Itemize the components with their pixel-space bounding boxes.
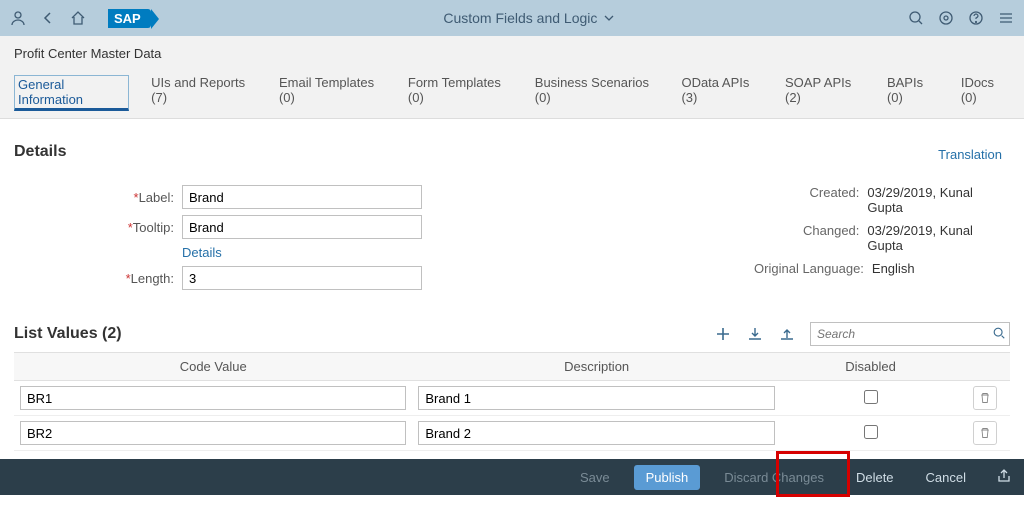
changed-label: Changed: [532, 223, 868, 253]
delete-row-button[interactable] [973, 386, 997, 410]
tab-form-templates[interactable]: Form Templates (0) [408, 75, 513, 118]
home-icon[interactable] [70, 10, 86, 26]
sap-logo: SAP [108, 9, 151, 28]
save-button[interactable]: Save [572, 466, 618, 489]
tab-bapis[interactable]: BAPIs (0) [887, 75, 939, 118]
label-input[interactable] [182, 185, 422, 209]
search-icon[interactable] [908, 10, 924, 26]
add-icon[interactable] [714, 325, 732, 343]
tab-uis-and-reports[interactable]: UIs and Reports (7) [151, 75, 257, 118]
delete-row-button[interactable] [973, 421, 997, 445]
tab-business-scenarios[interactable]: Business Scenarios (0) [535, 75, 660, 118]
footer-bar: Save Publish Discard Changes Delete Canc… [0, 459, 1024, 495]
tab-general-information[interactable]: General Information [14, 75, 129, 111]
tab-bar: General Information UIs and Reports (7) … [14, 75, 1010, 118]
changed-value: 03/29/2019, Kunal Gupta [867, 223, 1010, 253]
code-input[interactable] [20, 386, 406, 410]
disabled-checkbox[interactable] [864, 390, 878, 404]
chevron-down-icon [603, 12, 615, 24]
desc-input[interactable] [418, 386, 775, 410]
discard-button[interactable]: Discard Changes [716, 466, 832, 489]
col-disabled: Disabled [781, 353, 960, 381]
list-values-table: Code Value Description Disabled [14, 352, 1010, 451]
cancel-button[interactable]: Cancel [918, 466, 974, 489]
share-icon[interactable] [996, 468, 1012, 487]
label-label: Label: [139, 190, 174, 205]
details-link[interactable]: Details [182, 245, 222, 260]
list-values-title: List Values (2) [14, 325, 714, 343]
tab-odata-apis[interactable]: OData APIs (3) [681, 75, 763, 118]
lang-value: English [872, 261, 915, 276]
lang-label: Original Language: [532, 261, 872, 276]
page-title: Profit Center Master Data [14, 46, 1010, 61]
tooltip-input[interactable] [182, 215, 422, 239]
publish-button[interactable]: Publish [634, 465, 701, 490]
length-input[interactable] [182, 266, 422, 290]
table-row [14, 416, 1010, 451]
disabled-checkbox[interactable] [864, 425, 878, 439]
upload-icon[interactable] [778, 325, 796, 343]
translation-link[interactable]: Translation [938, 147, 1002, 162]
created-label: Created: [532, 185, 868, 215]
help-icon[interactable] [968, 10, 984, 26]
tooltip-label: Tooltip: [133, 220, 174, 235]
col-desc: Description [412, 353, 781, 381]
table-row [14, 381, 1010, 416]
tab-email-templates[interactable]: Email Templates (0) [279, 75, 386, 118]
created-value: 03/29/2019, Kunal Gupta [867, 185, 1010, 215]
tab-idocs[interactable]: IDocs (0) [961, 75, 1010, 118]
download-icon[interactable] [746, 325, 764, 343]
shell-bar: SAP Custom Fields and Logic [0, 0, 1024, 36]
menu-icon[interactable] [998, 10, 1014, 26]
tab-soap-apis[interactable]: SOAP APIs (2) [785, 75, 865, 118]
search-icon[interactable] [992, 326, 1006, 343]
back-icon[interactable] [40, 10, 56, 26]
content: Translation Details *Label: *Tooltip: De… [0, 143, 1024, 451]
code-input[interactable] [20, 421, 406, 445]
app-title[interactable]: Custom Fields and Logic [151, 10, 908, 26]
user-icon[interactable] [10, 10, 26, 26]
desc-input[interactable] [418, 421, 775, 445]
length-label: Length: [131, 271, 174, 286]
col-code: Code Value [14, 353, 412, 381]
delete-button[interactable]: Delete [848, 466, 902, 489]
copilot-icon[interactable] [938, 10, 954, 26]
details-section-title: Details [14, 143, 1010, 161]
app-title-text: Custom Fields and Logic [443, 10, 597, 26]
subheader: Profit Center Master Data General Inform… [0, 36, 1024, 119]
list-search-input[interactable] [810, 322, 1010, 346]
